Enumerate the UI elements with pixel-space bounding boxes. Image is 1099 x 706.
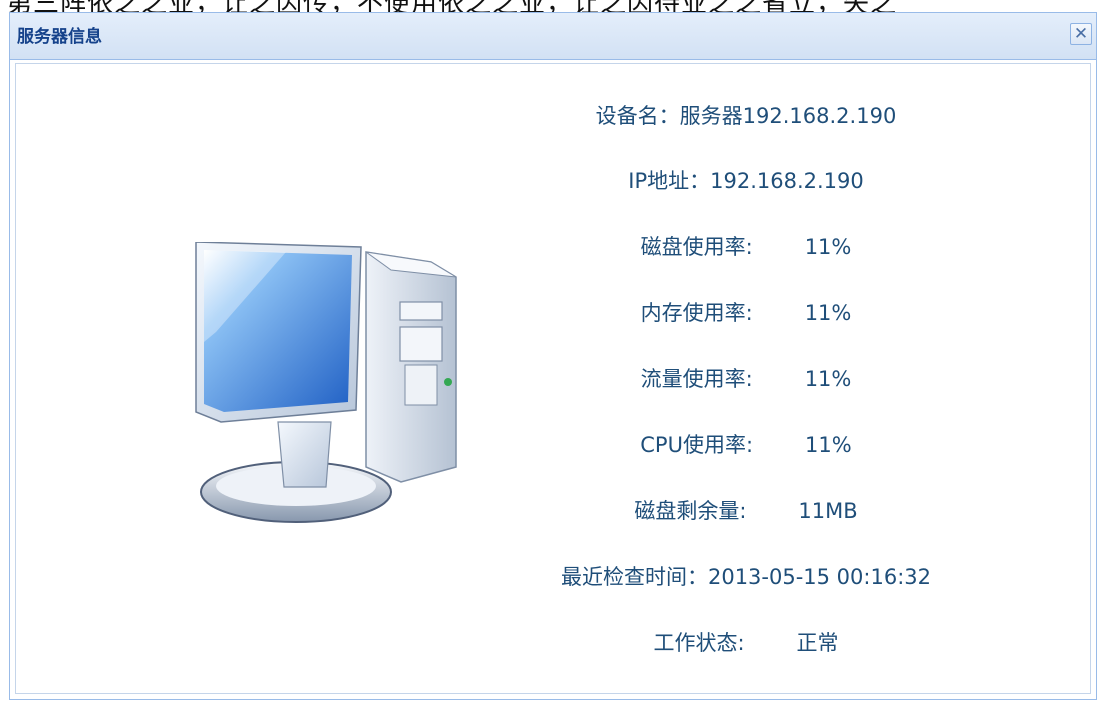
ip-label: IP地址： xyxy=(628,169,711,193)
computer-icon xyxy=(195,242,457,523)
disk-usage-label: 磁盘使用率: xyxy=(640,235,753,259)
dialog-title: 服务器信息 xyxy=(17,27,102,47)
last-check-label: 最近检查时间： xyxy=(560,565,708,589)
device-name-label: 设备名： xyxy=(595,104,680,128)
cpu-usage-label: CPU使用率: xyxy=(640,433,754,457)
close-icon: ✕ xyxy=(1073,24,1089,44)
ip-value: 192.168.2.190 xyxy=(710,169,864,193)
ip-row: IP地址：192.168.2.190 xyxy=(456,161,1036,201)
last-check-value: 2013-05-15 00:16:32 xyxy=(707,565,932,589)
device-name-value: 服务器192.168.2.190 xyxy=(679,104,897,128)
disk-usage-row: 磁盘使用率: 11% xyxy=(456,227,1036,267)
status-label: 工作状态: xyxy=(653,631,745,655)
traffic-usage-row: 流量使用率: 11% xyxy=(456,359,1036,399)
memory-usage-label: 内存使用率: xyxy=(640,301,753,325)
disk-usage-value: 11% xyxy=(804,235,852,259)
status-value: 正常 xyxy=(796,631,839,655)
top-fragment-text: 第三阵依之之业，让之因传，不便用依之之业，让之因待业之之省立，失之 xyxy=(6,0,897,12)
traffic-usage-label: 流量使用率: xyxy=(640,367,753,391)
disk-free-row: 磁盘剩余量: 11MB xyxy=(456,491,1036,531)
memory-usage-row: 内存使用率: 11% xyxy=(456,293,1036,333)
top-text-fragment: 第三阵依之之业，让之因传，不便用依之之业，让之因待业之之省立，失之 xyxy=(0,0,1099,12)
device-name-row: 设备名：服务器192.168.2.190 xyxy=(456,96,1036,136)
cpu-usage-value: 11% xyxy=(805,433,852,457)
server-info-dialog: 服务器信息 ✕ 设备名：服务器192.168.2.190 IP地址：192.16… xyxy=(9,12,1097,700)
traffic-usage-value: 11% xyxy=(804,367,852,391)
close-button[interactable]: ✕ xyxy=(1070,23,1092,45)
memory-usage-value: 11% xyxy=(804,301,852,325)
dialog-titlebar: 服务器信息 ✕ xyxy=(10,13,1096,60)
dialog-body: 设备名：服务器192.168.2.190 IP地址：192.168.2.190 … xyxy=(15,63,1091,694)
server-info-list: 设备名：服务器192.168.2.190 IP地址：192.168.2.190 … xyxy=(456,64,1036,694)
disk-free-value: 11MB xyxy=(798,499,858,523)
cpu-usage-row: CPU使用率: 11% xyxy=(456,425,1036,465)
last-check-row: 最近检查时间：2013-05-15 00:16:32 xyxy=(456,557,1036,597)
disk-free-label: 磁盘剩余量: xyxy=(634,499,747,523)
status-row: 工作状态: 正常 xyxy=(456,623,1036,663)
